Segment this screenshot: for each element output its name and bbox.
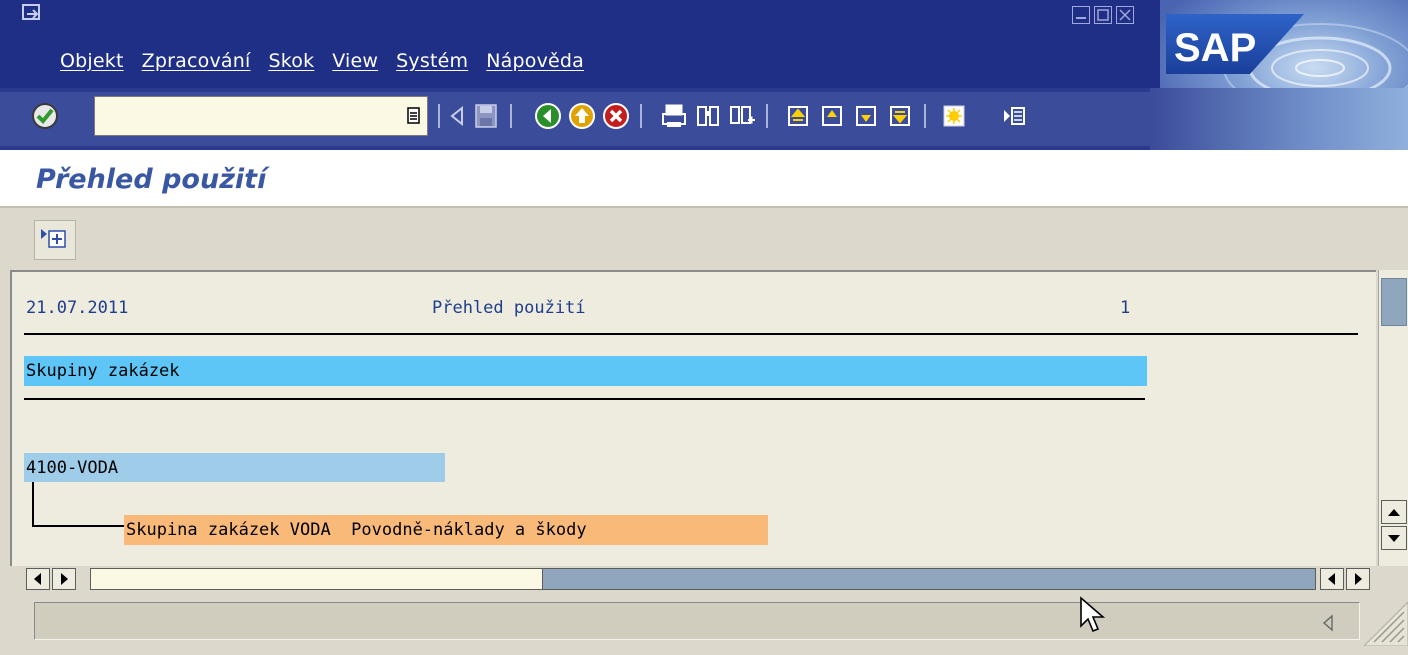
maximize-icon[interactable] — [1094, 6, 1112, 24]
first-page-icon[interactable] — [784, 102, 812, 130]
svg-text:SAP: SAP — [1174, 26, 1256, 70]
menu-objekt[interactable]: Objekt — [60, 50, 124, 72]
status-bar — [0, 592, 1408, 655]
scroll-right-button[interactable] — [52, 568, 76, 590]
report-date: 21.07.2011 — [26, 298, 129, 318]
scroll-right-button-right[interactable] — [1346, 568, 1370, 590]
report-heading: Přehled použití — [432, 298, 586, 318]
scroll-left-button[interactable] — [26, 568, 50, 590]
menu-view[interactable]: View — [332, 50, 378, 72]
find-icon[interactable] — [694, 102, 722, 130]
save-icon[interactable] — [472, 102, 500, 130]
sap-logo: SAP — [1166, 14, 1304, 74]
main-menu: Objekt Zpracování Skok View Systém Nápov… — [60, 50, 602, 72]
horizontal-scroll-track[interactable] — [90, 568, 1316, 590]
previous-page-icon[interactable] — [818, 102, 846, 130]
section-title: Skupiny zakázek — [26, 361, 180, 381]
back-triangle-icon[interactable] — [444, 102, 472, 130]
close-icon[interactable] — [1116, 6, 1134, 24]
tree-node[interactable]: 4100-VODA — [26, 458, 118, 478]
enter-check-icon[interactable] — [30, 101, 60, 131]
tree-connector-horizontal — [32, 525, 124, 527]
standard-toolbar — [0, 88, 1408, 150]
vertical-scroll-thumb[interactable] — [1381, 278, 1407, 326]
command-field[interactable] — [94, 96, 428, 136]
last-page-icon[interactable] — [886, 102, 914, 130]
title-bar: Přehled použití — [0, 150, 1408, 206]
report-page-number: 1 — [1120, 298, 1131, 318]
expand-subtree-button[interactable] — [34, 220, 76, 260]
scroll-up-button[interactable] — [1381, 500, 1407, 524]
system-menu-icon[interactable] — [22, 4, 42, 24]
tree-connector-vertical — [32, 482, 34, 527]
horizontal-scroll-thumb[interactable] — [91, 569, 543, 589]
expand-subtree-icon — [41, 229, 66, 248]
print-icon[interactable] — [660, 102, 688, 130]
page-title: Přehled použití — [36, 164, 267, 195]
section-highlight — [24, 356, 1147, 386]
menu-zpracovani[interactable]: Zpracování — [142, 50, 251, 72]
create-session-icon[interactable] — [940, 102, 968, 130]
exit-icon[interactable] — [568, 102, 596, 130]
header-divider — [24, 333, 1358, 335]
menu-system[interactable]: Systém — [396, 50, 468, 72]
report-list: 21.07.2011 Přehled použití 1 Skupiny zak… — [10, 270, 1376, 566]
application-toolbar — [0, 206, 1408, 268]
status-message-field — [34, 602, 1360, 640]
minimize-icon[interactable] — [1072, 6, 1090, 24]
status-expand-icon[interactable] — [1320, 614, 1336, 632]
scroll-down-button[interactable] — [1381, 526, 1407, 550]
next-page-icon[interactable] — [852, 102, 880, 130]
window-controls — [1072, 6, 1134, 24]
horizontal-scrollbar[interactable] — [10, 566, 1408, 592]
cancel-icon[interactable] — [602, 102, 630, 130]
mouse-cursor-icon — [1080, 596, 1106, 633]
tree-child-node[interactable]: Skupina zakázek VODA Povodně-náklady a š… — [126, 520, 587, 540]
command-history-icon[interactable] — [406, 106, 422, 126]
vertical-scrollbar[interactable] — [1378, 270, 1408, 566]
menu-skok[interactable]: Skok — [268, 50, 314, 72]
scroll-left-button-right[interactable] — [1320, 568, 1344, 590]
menu-napoveda[interactable]: Nápověda — [486, 50, 584, 72]
back-icon[interactable] — [534, 102, 562, 130]
section-divider — [24, 398, 1145, 400]
find-next-icon[interactable] — [728, 102, 756, 130]
resize-grip-icon[interactable] — [1364, 602, 1408, 646]
layout-menu-icon[interactable] — [1000, 102, 1028, 130]
